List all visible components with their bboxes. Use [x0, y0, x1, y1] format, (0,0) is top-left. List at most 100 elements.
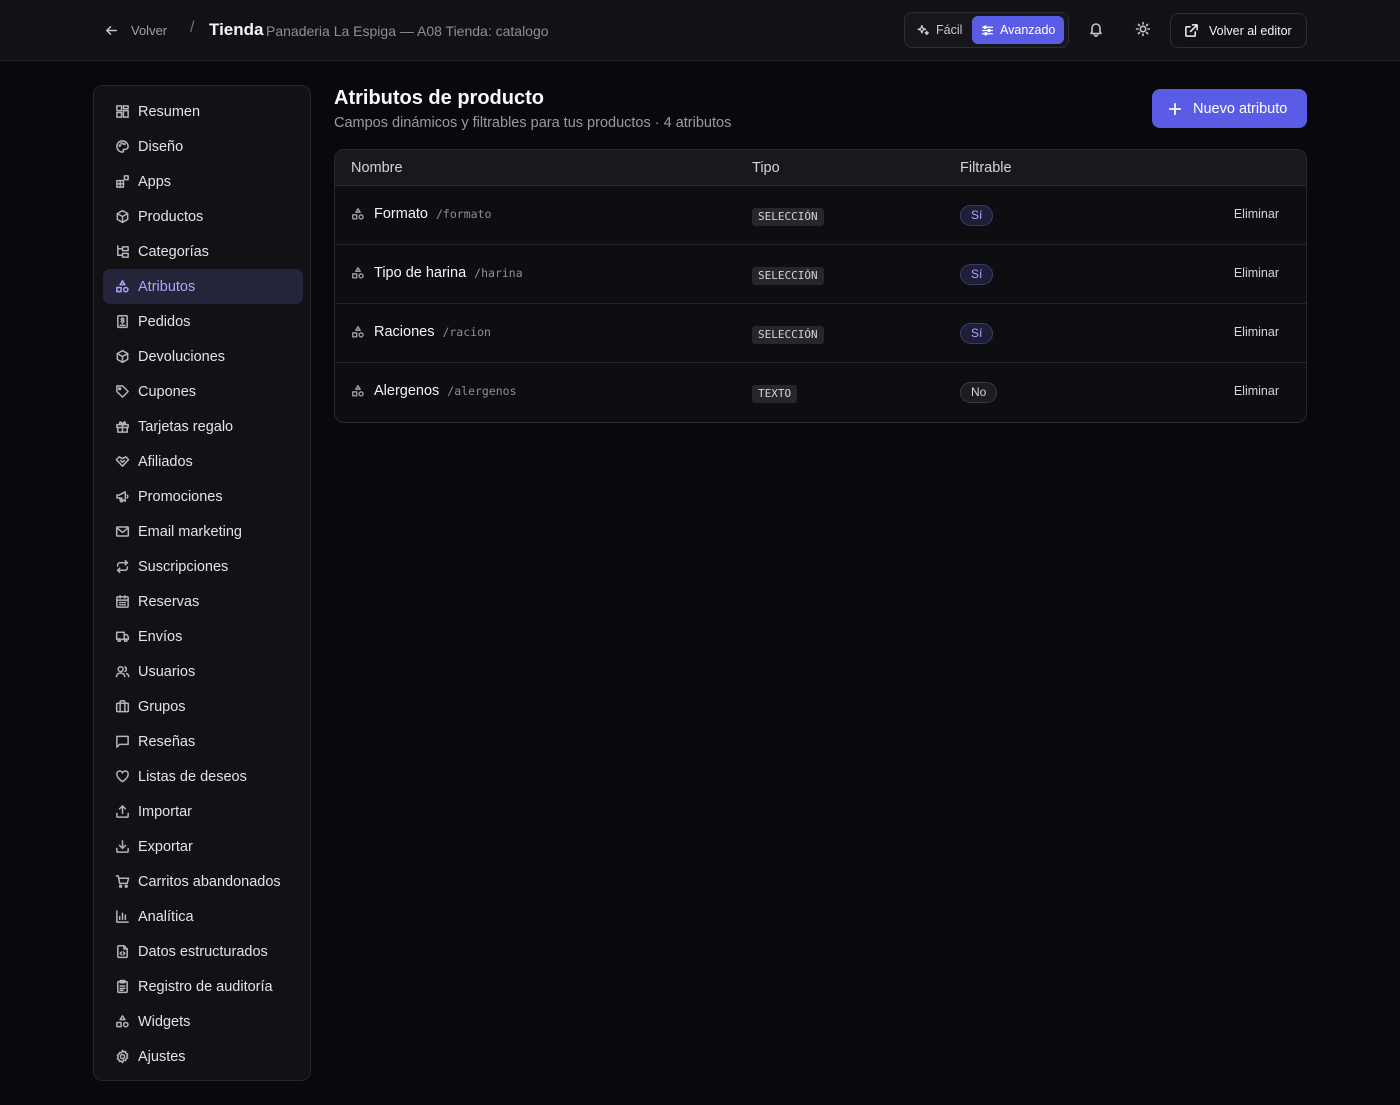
sidebar-item-pedidos[interactable]: Pedidos: [103, 304, 303, 339]
shapes-icon: [351, 266, 365, 280]
type-badge: SELECCIÓN: [752, 326, 824, 344]
mode-advanced-button[interactable]: Avanzado: [972, 16, 1065, 44]
sidebar-item-resenas[interactable]: Reseñas: [103, 724, 303, 759]
mail-icon: [115, 524, 130, 539]
arrow-left-icon: [104, 23, 119, 38]
shapes-icon: [351, 325, 365, 339]
sidebar-item-widgets[interactable]: Widgets: [103, 1004, 303, 1039]
gear-icon: [115, 1049, 130, 1064]
breadcrumb-subtitle: Panaderia La Espiga — A08 Tienda: catalo…: [266, 23, 549, 39]
sidebar-item-resumen[interactable]: Resumen: [103, 94, 303, 129]
gift-icon: [115, 419, 130, 434]
top-bar: Volver / Tienda Panaderia La Espiga — A0…: [0, 0, 1400, 61]
sidebar-item-productos[interactable]: Productos: [103, 199, 303, 234]
sidebar-item-tarjetas-regalo[interactable]: Tarjetas regalo: [103, 409, 303, 444]
package-icon: [115, 349, 130, 364]
download-icon: [115, 839, 130, 854]
table-header: Nombre Tipo Filtrable: [335, 150, 1306, 186]
filterable-badge: No: [960, 382, 998, 403]
table-row: Alergenos/alergenos TEXTO No Eliminar: [335, 363, 1306, 422]
delete-attribute-button[interactable]: Eliminar: [1234, 325, 1279, 339]
sidebar-item-devoluciones[interactable]: Devoluciones: [103, 339, 303, 374]
mode-advanced-label: Avanzado: [1000, 23, 1056, 37]
attribute-slug: /alergenos: [447, 384, 517, 398]
sidebar-item-analitica[interactable]: Analítica: [103, 899, 303, 934]
theme-toggle-button[interactable]: [1132, 18, 1154, 40]
sun-icon: [1135, 21, 1151, 37]
sidebar-item-suscripciones[interactable]: Suscripciones: [103, 549, 303, 584]
sidebar-item-grupos[interactable]: Grupos: [103, 689, 303, 724]
new-attribute-button[interactable]: Nuevo atributo: [1152, 89, 1307, 128]
truck-icon: [115, 629, 130, 644]
sidebar-item-label: Afiliados: [138, 453, 193, 470]
sidebar-item-datos-estructurados[interactable]: Datos estructurados: [103, 934, 303, 969]
shapes-icon: [115, 1014, 130, 1029]
sidebar-item-label: Exportar: [138, 838, 193, 855]
mode-easy-button[interactable]: Fácil: [908, 16, 971, 44]
sidebar-item-importar[interactable]: Importar: [103, 794, 303, 829]
sidebar-item-label: Pedidos: [138, 313, 191, 330]
back-label: Volver: [131, 22, 168, 38]
sidebar-item-label: Suscripciones: [138, 558, 229, 575]
sidebar-item-label: Reseñas: [138, 733, 196, 750]
clipboard-icon: [115, 979, 130, 994]
back-to-editor-label: Volver al editor: [1209, 23, 1292, 38]
shapes-icon: [351, 207, 365, 221]
sparkles-icon: [917, 24, 930, 37]
sidebar-item-label: Usuarios: [138, 663, 196, 680]
palette-icon: [115, 139, 130, 154]
sidebar-item-listas-de-deseos[interactable]: Listas de deseos: [103, 759, 303, 794]
sidebar-item-label: Analítica: [138, 908, 194, 925]
receipt-icon: [115, 314, 130, 329]
sidebar-item-promociones[interactable]: Promociones: [103, 479, 303, 514]
sidebar-item-email-marketing[interactable]: Email marketing: [103, 514, 303, 549]
back-button[interactable]: Volver: [104, 20, 167, 40]
handshake-icon: [115, 454, 130, 469]
mode-toggle: Fácil Avanzado: [904, 12, 1069, 48]
attribute-name-cell: Raciones/racion: [351, 324, 491, 340]
sidebar-item-afiliados[interactable]: Afiliados: [103, 444, 303, 479]
table-row: Raciones/racion SELECCIÓN Sí Eliminar: [335, 304, 1306, 363]
briefcase-icon: [115, 699, 130, 714]
notifications-button[interactable]: [1085, 18, 1107, 40]
sidebar-item-atributos[interactable]: Atributos: [103, 269, 303, 304]
sidebar-item-registro-de-auditoria[interactable]: Registro de auditoría: [103, 969, 303, 1004]
heart-icon: [115, 769, 130, 784]
column-header-type: Tipo: [752, 160, 780, 176]
message-icon: [115, 734, 130, 749]
sidebar-item-label: Tarjetas regalo: [138, 418, 234, 435]
attribute-slug: /formato: [436, 207, 492, 221]
sidebar-item-categorias[interactable]: Categorías: [103, 234, 303, 269]
attribute-name-cell: Tipo de harina/harina: [351, 265, 523, 281]
delete-attribute-button[interactable]: Eliminar: [1234, 207, 1279, 221]
bar-chart-icon: [115, 909, 130, 924]
sidebar-item-label: Promociones: [138, 488, 223, 505]
sidebar-item-apps[interactable]: Apps: [103, 164, 303, 199]
attribute-slug: /racion: [442, 325, 491, 339]
filterable-badge: Sí: [960, 323, 994, 344]
delete-attribute-button[interactable]: Eliminar: [1234, 384, 1279, 398]
sidebar-item-label: Categorías: [138, 243, 209, 260]
sidebar-item-exportar[interactable]: Exportar: [103, 829, 303, 864]
sidebar-item-usuarios[interactable]: Usuarios: [103, 654, 303, 689]
sidebar-item-label: Devoluciones: [138, 348, 226, 365]
sidebar-item-label: Productos: [138, 208, 204, 225]
sidebar-item-label: Datos estructurados: [138, 943, 268, 960]
sidebar-item-diseno[interactable]: Diseño: [103, 129, 303, 164]
delete-attribute-button[interactable]: Eliminar: [1234, 266, 1279, 280]
calendar-icon: [115, 594, 130, 609]
sidebar-item-reservas[interactable]: Reservas: [103, 584, 303, 619]
users-icon: [115, 664, 130, 679]
attribute-slug: /harina: [474, 266, 523, 280]
sidebar-item-carritos-abandonados[interactable]: Carritos abandonados: [103, 864, 303, 899]
sidebar-item-label: Widgets: [138, 1013, 191, 1030]
back-to-editor-button[interactable]: Volver al editor: [1170, 13, 1307, 48]
sidebar-item-envios[interactable]: Envíos: [103, 619, 303, 654]
tag-icon: [115, 384, 130, 399]
shapes-icon: [115, 279, 130, 294]
cart-icon: [115, 874, 130, 889]
sidebar-item-ajustes[interactable]: Ajustes: [103, 1039, 303, 1074]
page-subtitle: Campos dinámicos y filtrables para tus p…: [334, 115, 732, 131]
shapes-icon: [351, 384, 365, 398]
sidebar-item-cupones[interactable]: Cupones: [103, 374, 303, 409]
